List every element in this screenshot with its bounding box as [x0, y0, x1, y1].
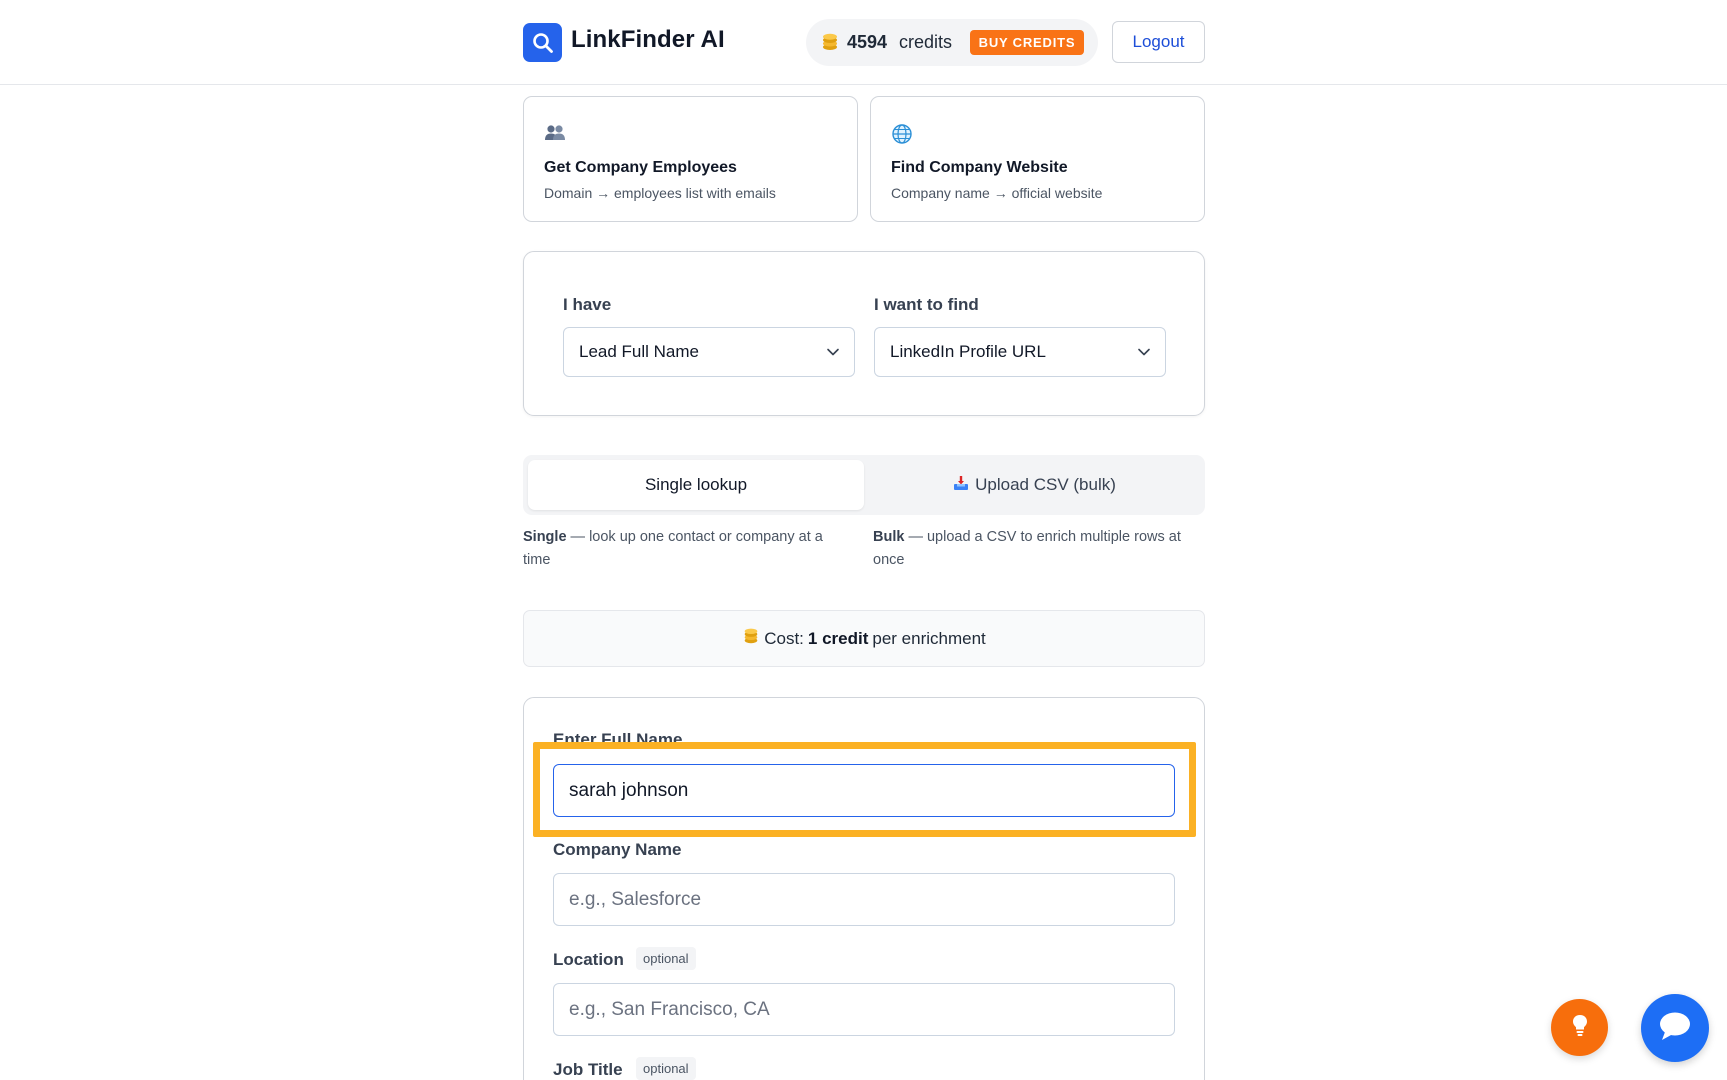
tab-upload-csv[interactable]: Upload CSV (bulk) — [869, 460, 1200, 510]
inbox-tray-icon — [953, 475, 969, 496]
tool-card-website[interactable]: Find Company Website Company name → offi… — [870, 96, 1205, 222]
credits-label: credits — [899, 32, 953, 52]
single-mode-title: Single — [523, 529, 567, 545]
location-label: Location — [553, 950, 624, 969]
full-name-input[interactable] — [553, 764, 1175, 817]
top-bar: LinkFinder AI 4594 credits BUY CREDITS L… — [0, 0, 1727, 85]
single-mode-text: — look up one contact or company at a ti… — [523, 529, 823, 568]
coins-icon — [742, 627, 760, 650]
cost-suffix: per enrichment — [872, 628, 986, 648]
tab-upload-csv-label: Upload CSV (bulk) — [975, 475, 1116, 494]
mode-tabs: Single lookup Upload CSV (bulk) — [523, 455, 1205, 515]
tool-title: Find Company Website — [891, 159, 1068, 176]
coins-icon — [820, 32, 840, 57]
tab-single-lookup[interactable]: Single lookup — [528, 460, 864, 510]
bulk-mode-title: Bulk — [873, 529, 905, 545]
brand-name[interactable]: LinkFinder AI — [571, 26, 725, 54]
buy-credits-button[interactable]: BUY CREDITS — [970, 30, 1084, 55]
chevron-down-icon — [826, 345, 840, 364]
chat-bubble-icon — [1657, 1010, 1693, 1047]
tool-card-employees[interactable]: Get Company Employees Domain → employees… — [523, 96, 858, 222]
want-to-find-select[interactable]: LinkedIn Profile URL — [874, 327, 1166, 377]
tips-button[interactable] — [1551, 999, 1608, 1056]
job-title-label: Job Title — [553, 1060, 623, 1079]
tool-desc: Domain → employees list with emails — [544, 185, 776, 201]
want-to-find-label: I want to find — [874, 295, 979, 314]
bulk-mode-text: — upload a CSV to enrich multiple rows a… — [873, 529, 1181, 568]
bulk-mode-description: Bulk — upload a CSV to enrich multiple r… — [873, 526, 1198, 572]
chevron-down-icon — [1137, 345, 1151, 364]
i-have-value: Lead Full Name — [579, 342, 700, 361]
people-icon — [544, 123, 566, 148]
cost-prefix: Cost: — [764, 628, 804, 648]
location-input[interactable] — [553, 983, 1175, 1036]
location-optional-badge: optional — [636, 947, 696, 970]
logout-button[interactable]: Logout — [1112, 21, 1205, 63]
full-name-label: Enter Full Name — [553, 730, 683, 749]
chat-button[interactable] — [1641, 994, 1709, 1062]
want-to-find-value: LinkedIn Profile URL — [890, 342, 1046, 361]
credits-pill: 4594 credits BUY CREDITS — [806, 19, 1098, 66]
i-have-label: I have — [563, 295, 612, 314]
company-name-input[interactable] — [553, 873, 1175, 926]
logo-search-icon[interactable] — [523, 23, 562, 62]
lookup-form-card: Enter Full Name Company Name Location op… — [523, 697, 1205, 1080]
tool-title: Get Company Employees — [544, 159, 737, 176]
single-mode-description: Single — look up one contact or company … — [523, 526, 848, 572]
i-have-select[interactable]: Lead Full Name — [563, 327, 855, 377]
lookup-selector-card: I have Lead Full Name I want to find Lin… — [523, 251, 1205, 416]
tool-desc: Company name → official website — [891, 185, 1103, 201]
company-name-label: Company Name — [553, 840, 682, 859]
credits-count: 4594 — [847, 32, 888, 52]
job-title-optional-badge: optional — [636, 1057, 696, 1080]
globe-icon — [891, 123, 913, 150]
cost-info-bar: Cost: 1 credit per enrichment — [523, 610, 1205, 667]
lightbulb-icon — [1570, 1013, 1590, 1042]
cost-amount: 1 credit — [807, 628, 869, 648]
